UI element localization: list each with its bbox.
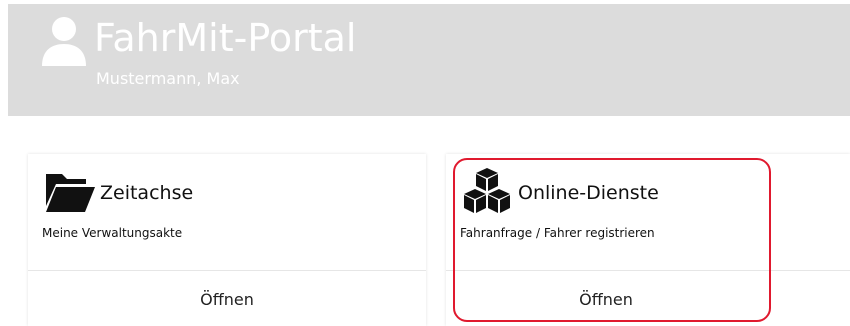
cubes-icon: [464, 168, 510, 213]
user-icon: [42, 17, 86, 66]
portal-header: FahrMit-Portal Mustermann, Max: [8, 4, 850, 116]
card-title-online-dienste: Online-Dienste: [518, 182, 659, 204]
open-button-zeitachse[interactable]: Öffnen: [28, 288, 426, 312]
card-divider: [446, 270, 850, 271]
folder-open-icon: [46, 174, 95, 212]
card-title-zeitachse: Zeitachse: [100, 182, 194, 204]
user-name: Mustermann, Max: [96, 69, 240, 88]
online-dienste-card[interactable]: Online-Dienste Fahranfrage / Fahrer regi…: [446, 154, 850, 326]
card-description-online-dienste: Fahranfrage / Fahrer registrieren: [460, 226, 655, 240]
card-description-zeitachse: Meine Verwaltungsakte: [42, 226, 183, 240]
open-button-online-dienste[interactable]: Öffnen: [446, 288, 766, 312]
portal-title: FahrMit-Portal: [94, 16, 357, 60]
card-divider: [28, 270, 426, 271]
zeitachse-card[interactable]: Zeitachse Meine Verwaltungsakte Öffnen: [28, 154, 426, 326]
